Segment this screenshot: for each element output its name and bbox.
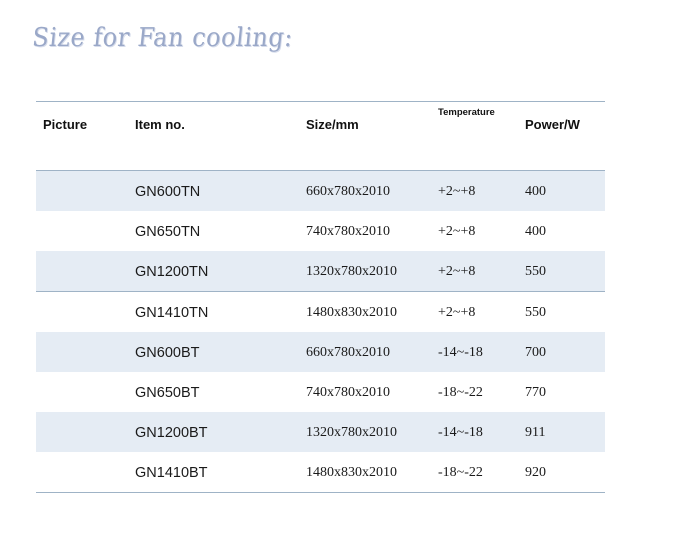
- cell-power: 911: [525, 425, 546, 440]
- cell-size: 660x780x2010: [306, 345, 390, 360]
- table-row: GN650TN 740x780x2010 +2~+8 400: [36, 211, 605, 251]
- cell-item-no: GN650TN: [135, 224, 201, 240]
- cell-item-no: GN1200BT: [135, 425, 208, 441]
- cell-size: 740x780x2010: [306, 224, 390, 239]
- header-power: Power/W: [525, 117, 580, 132]
- cell-size: 1320x780x2010: [306, 264, 397, 279]
- table-header: Picture Item no. Size/mm Temperature Pow…: [36, 102, 605, 171]
- cell-power: 400: [525, 224, 546, 239]
- cell-item-no: GN600BT: [135, 345, 200, 361]
- table-row: GN1410TN 1480x830x2010 +2~+8 550: [36, 291, 605, 332]
- cell-size: 740x780x2010: [306, 385, 390, 400]
- cell-item-no: GN600TN: [135, 184, 201, 200]
- cell-temperature: +2~+8: [438, 184, 476, 199]
- header-picture: Picture: [43, 117, 88, 132]
- table-row: GN600BT 660x780x2010 -14~-18 700: [36, 332, 605, 372]
- cell-item-no: GN650BT: [135, 385, 200, 401]
- header-item-no: Item no.: [135, 117, 185, 132]
- table-row: GN1410BT 1480x830x2010 -18~-22 920: [36, 452, 605, 492]
- cell-item-no: GN1410BT: [135, 465, 208, 481]
- cell-temperature: -14~-18: [438, 345, 483, 360]
- cell-power: 400: [525, 184, 546, 199]
- cell-power: 920: [525, 465, 546, 480]
- cell-temperature: +2~+8: [438, 264, 476, 279]
- cell-item-no: GN1410TN: [135, 305, 209, 321]
- table-row: GN1200BT 1320x780x2010 -14~-18 911: [36, 412, 605, 452]
- table-row: GN650BT 740x780x2010 -18~-22 770: [36, 372, 605, 412]
- cell-size: 1320x780x2010: [306, 425, 397, 440]
- cell-temperature: -14~-18: [438, 425, 483, 440]
- table-row: GN1200TN 1320x780x2010 +2~+8 550: [36, 251, 605, 291]
- cell-size: 1480x830x2010: [306, 465, 397, 480]
- spec-table: Picture Item no. Size/mm Temperature Pow…: [36, 101, 605, 493]
- page-heading: Size for Fan cooling:: [30, 22, 295, 53]
- header-temperature: Temperature: [438, 107, 495, 118]
- cell-power: 550: [525, 305, 546, 320]
- cell-power: 770: [525, 385, 546, 400]
- cell-temperature: +2~+8: [438, 305, 476, 320]
- header-size: Size/mm: [306, 117, 359, 132]
- cell-power: 700: [525, 345, 546, 360]
- cell-temperature: +2~+8: [438, 224, 476, 239]
- cell-item-no: GN1200TN: [135, 264, 209, 280]
- cell-size: 660x780x2010: [306, 184, 390, 199]
- table-row: GN600TN 660x780x2010 +2~+8 400: [36, 171, 605, 211]
- cell-temperature: -18~-22: [438, 465, 483, 480]
- cell-size: 1480x830x2010: [306, 305, 397, 320]
- cell-temperature: -18~-22: [438, 385, 483, 400]
- cell-power: 550: [525, 264, 546, 279]
